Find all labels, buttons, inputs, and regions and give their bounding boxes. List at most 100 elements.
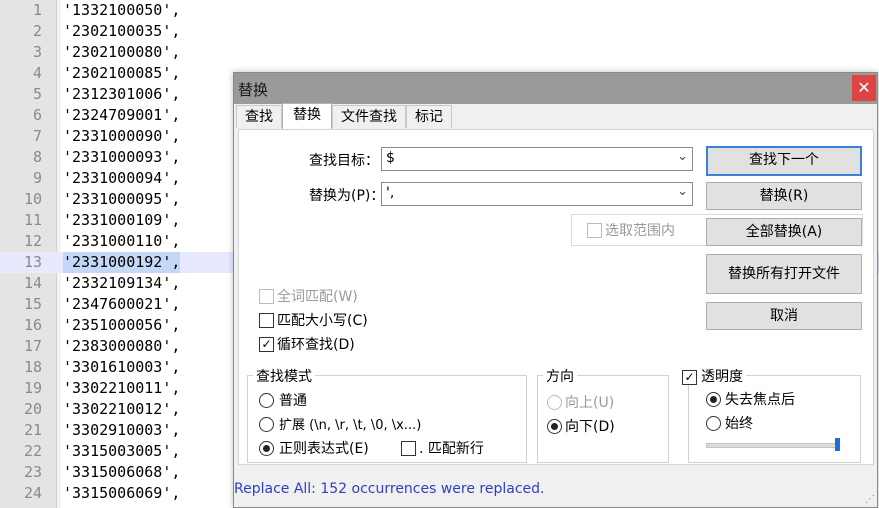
line-text: '2347600021', <box>63 295 181 313</box>
check-icon: ✓ <box>261 337 272 351</box>
line-text: '2331000095', <box>63 190 181 208</box>
transparency-slider[interactable] <box>706 443 840 448</box>
editor-line[interactable]: 1 '1332100050', <box>0 0 879 21</box>
whole-word-checkbox[interactable] <box>259 289 274 304</box>
chevron-down-icon[interactable]: ⌄ <box>677 184 688 199</box>
match-case-checkbox[interactable] <box>259 313 274 328</box>
line-text: '2312301006', <box>63 85 181 103</box>
wrap-around-label: 循环查找(D) <box>277 337 355 353</box>
wrap-around-checkbox[interactable]: ✓ <box>259 337 274 352</box>
line-text: '3315006069', <box>63 484 181 502</box>
line-text: '1332100050', <box>63 1 181 19</box>
line-text: '2302100085', <box>63 64 181 82</box>
tab-find[interactable]: 查找 <box>236 105 282 128</box>
line-text: '2331000090', <box>63 127 181 145</box>
chevron-down-icon[interactable]: ⌄ <box>677 149 688 164</box>
line-number: 23 <box>23 463 42 481</box>
dialog-title: 替换 <box>238 81 269 99</box>
dot-newline-checkbox[interactable] <box>401 441 416 456</box>
find-combobox[interactable]: $ ⌄ <box>381 147 693 171</box>
line-number: 10 <box>23 190 42 208</box>
line-number: 5 <box>32 85 42 103</box>
search-mode-extended-radio[interactable] <box>259 417 274 432</box>
line-number: 22 <box>23 442 42 460</box>
line-number: 9 <box>32 169 42 187</box>
cancel-button[interactable]: 取消 <box>706 302 862 330</box>
editor-line[interactable]: 3 '2302100080', <box>0 42 879 63</box>
transparency-slider-thumb[interactable] <box>835 438 840 451</box>
line-number: 16 <box>23 316 42 334</box>
close-button[interactable]: ✕ <box>852 75 876 101</box>
direction-up-radio[interactable] <box>547 395 562 410</box>
tab-find-in-files[interactable]: 文件查找 <box>332 105 406 128</box>
in-selection-label: 选取范围内 <box>605 223 675 239</box>
line-number: 15 <box>23 295 42 313</box>
resize-grip-icon[interactable]: ⋰ <box>865 494 875 505</box>
line-number: 14 <box>23 274 42 292</box>
editor-line[interactable]: 2 '2302100035', <box>0 21 879 42</box>
line-text: '2332109134', <box>63 274 181 292</box>
line-number: 1 <box>32 1 42 19</box>
line-number: 2 <box>32 22 42 40</box>
line-text: '2331000110', <box>63 232 181 250</box>
line-text: '2331000094', <box>63 169 181 187</box>
transparency-lose-focus-radio[interactable] <box>706 392 721 407</box>
find-next-button[interactable]: 查找下一个 <box>706 146 862 176</box>
line-text: '2324709001', <box>63 106 181 124</box>
line-text: '3301610003', <box>63 358 181 376</box>
replace-combobox[interactable]: ', ⌄ <box>381 182 693 206</box>
tab-mark[interactable]: 标记 <box>406 105 452 128</box>
tab-replace[interactable]: 替换 <box>282 103 332 130</box>
line-number: 6 <box>32 106 42 124</box>
line-number: 12 <box>23 232 42 250</box>
find-label: 查找目标： <box>309 153 379 169</box>
direction-title: 方向 <box>543 366 577 386</box>
search-mode-title: 查找模式 <box>253 366 315 386</box>
line-text: '3315006068', <box>63 463 181 481</box>
transparency-always-radio[interactable] <box>706 416 721 431</box>
direction-down-label: 向下(D) <box>565 419 615 435</box>
search-mode-normal-label: 普通 <box>279 393 307 409</box>
line-text: '2302100035', <box>63 22 181 40</box>
find-input[interactable]: $ <box>386 150 395 166</box>
replace-dialog: 替换 ✕ 查找 替换 文件查找 标记 查找目标： $ ⌄ 替换为(P)： ', … <box>233 72 878 508</box>
replace-all-button[interactable]: 全部替换(A) <box>706 218 862 246</box>
line-number: 4 <box>32 64 42 82</box>
match-case-label: 匹配大小写(C) <box>277 313 368 329</box>
line-number: 21 <box>23 421 42 439</box>
line-number: 3 <box>32 43 42 61</box>
search-mode-regex-label: 正则表达式(E) <box>279 441 369 457</box>
line-text: '2331000109', <box>63 211 181 229</box>
dialog-titlebar[interactable]: 替换 ✕ <box>234 73 877 104</box>
whole-word-label: 全词匹配(W) <box>277 289 358 305</box>
search-mode-normal-radio[interactable] <box>259 393 274 408</box>
replace-all-open-docs-button[interactable]: 替换所有打开文件 <box>706 254 862 294</box>
search-mode-extended-label: 扩展 (\n, \r, \t, \0, \x...) <box>279 418 422 433</box>
line-text: '2383000080', <box>63 337 181 355</box>
transparency-checkbox[interactable]: ✓ <box>682 370 697 385</box>
replace-input[interactable]: ', <box>386 185 394 201</box>
line-number: 19 <box>23 379 42 397</box>
replace-label: 替换为(P)： <box>309 188 385 204</box>
line-text: '2351000056', <box>63 316 181 334</box>
line-number: 24 <box>23 484 42 502</box>
line-number: 18 <box>23 358 42 376</box>
line-number: 20 <box>23 400 42 418</box>
direction-up-label: 向上(U) <box>565 395 615 411</box>
check-icon: ✓ <box>684 370 695 384</box>
in-selection-checkbox[interactable] <box>587 223 602 238</box>
transparency-always-label: 始终 <box>725 416 753 432</box>
line-text: '3302210011', <box>63 379 181 397</box>
line-text: '2302100080', <box>63 43 181 61</box>
line-number: 11 <box>23 211 42 229</box>
line-number: 17 <box>23 337 42 355</box>
line-number: 7 <box>32 127 42 145</box>
close-icon: ✕ <box>857 78 871 97</box>
line-text: '3302210012', <box>63 400 181 418</box>
search-mode-regex-radio[interactable] <box>259 441 274 456</box>
replace-button[interactable]: 替换(R) <box>706 182 862 210</box>
line-text: '3315003005', <box>63 442 181 460</box>
transparency-title: 透明度 <box>698 366 746 386</box>
line-text: '3302910003', <box>63 421 181 439</box>
direction-down-radio[interactable] <box>547 419 562 434</box>
